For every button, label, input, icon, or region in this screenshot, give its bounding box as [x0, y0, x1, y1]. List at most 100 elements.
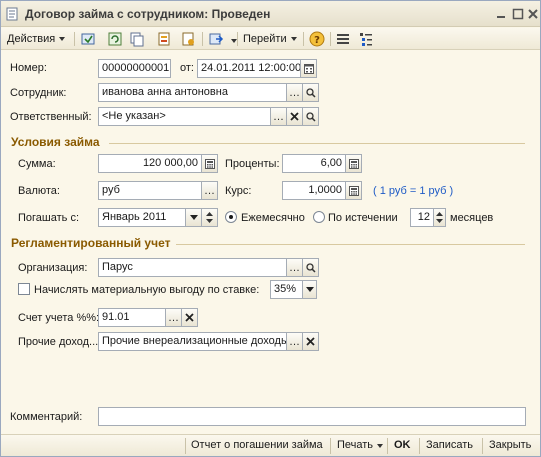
- clear-icon: [290, 112, 299, 121]
- calendar-button[interactable]: [301, 59, 317, 78]
- loan-terms-section-title: Условия займа: [11, 135, 100, 149]
- chevron-down-icon: [377, 444, 384, 448]
- employee-select-button[interactable]: …: [287, 83, 303, 102]
- organization-open-button[interactable]: [303, 258, 319, 277]
- actions-menu[interactable]: Действия: [7, 30, 66, 48]
- number-label: Номер:: [10, 62, 47, 74]
- based-on-icon[interactable]: [208, 31, 224, 47]
- responsible-select-button[interactable]: …: [271, 107, 287, 126]
- help-icon[interactable]: ?: [309, 31, 325, 47]
- other-income-clear-button[interactable]: [303, 332, 319, 351]
- amount-calculator-button[interactable]: [202, 154, 218, 173]
- percent-label: Проценты:: [225, 158, 280, 170]
- spin-up-icon: [206, 211, 213, 216]
- other-income-field[interactable]: Прочие внереализационные доходы: [98, 332, 287, 351]
- comment-field[interactable]: [98, 407, 526, 426]
- responsible-field[interactable]: <Не указан>: [98, 107, 271, 126]
- spin-down-icon: [436, 218, 443, 223]
- percent-field[interactable]: 6,00: [282, 154, 346, 173]
- other-income-select-button[interactable]: …: [287, 332, 303, 351]
- toolbar-separator: [303, 32, 304, 46]
- account-field[interactable]: 91.01: [98, 308, 166, 327]
- amount-label: Сумма:: [18, 158, 56, 170]
- currency-label: Валюта:: [18, 185, 60, 197]
- close-button[interactable]: Закрыть: [489, 439, 531, 451]
- window-title: Договор займа с сотрудником: Проведен: [25, 7, 271, 21]
- toolbar-separator: [237, 32, 238, 46]
- footer-separator: [330, 438, 331, 454]
- months-spinner[interactable]: [434, 208, 446, 227]
- section-divider: [109, 143, 525, 144]
- responsible-label: Ответственный:: [10, 111, 92, 123]
- svg-text:?: ?: [314, 35, 320, 46]
- actions-menu-label: Действия: [7, 33, 56, 45]
- minimize-button[interactable]: [494, 7, 508, 21]
- goto-menu[interactable]: Перейти: [243, 30, 297, 48]
- clear-icon: [185, 313, 194, 322]
- search-icon: [305, 262, 316, 273]
- employee-label: Сотрудник:: [10, 87, 67, 99]
- toolbar-separator: [330, 32, 331, 46]
- goto-menu-label: Перейти: [243, 33, 287, 45]
- repayment-report-button[interactable]: Отчет о погашении займа: [191, 439, 323, 451]
- rate-field[interactable]: 1,0000: [282, 181, 346, 200]
- months-field[interactable]: 12: [410, 208, 434, 227]
- account-clear-button[interactable]: [182, 308, 198, 327]
- repay-from-dropdown-button[interactable]: [186, 208, 202, 227]
- rate-calculator-button[interactable]: [346, 181, 362, 200]
- refresh-icon[interactable]: [107, 31, 123, 47]
- organization-select-button[interactable]: …: [287, 258, 303, 277]
- close-window-button[interactable]: [526, 7, 540, 21]
- account-select-button[interactable]: …: [166, 308, 182, 327]
- accounting-section-title: Регламентированный учет: [11, 236, 171, 250]
- calculator-icon: [348, 185, 359, 196]
- employee-open-button[interactable]: [303, 83, 319, 102]
- chevron-down-icon: [290, 37, 297, 41]
- ok-button[interactable]: OK: [394, 439, 411, 451]
- list-icon[interactable]: [335, 31, 351, 47]
- benefit-rate-dropdown-button[interactable]: [303, 280, 317, 299]
- footer-separator: [387, 438, 388, 454]
- percent-calculator-button[interactable]: [346, 154, 362, 173]
- footer-separator: [185, 438, 186, 454]
- calculator-icon: [204, 158, 215, 169]
- chevron-down-icon: [189, 214, 198, 220]
- print-button[interactable]: Печать: [337, 439, 384, 451]
- maximize-button[interactable]: [511, 7, 525, 21]
- spin-down-icon: [206, 218, 213, 223]
- structure-icon[interactable]: [180, 31, 196, 47]
- repay-from-spinner[interactable]: [202, 208, 218, 227]
- document-movements-icon[interactable]: [156, 31, 172, 47]
- benefit-checkbox[interactable]: [18, 283, 30, 295]
- footer-separator: [482, 438, 483, 454]
- account-label: Счет учета %%:: [18, 312, 100, 324]
- title-bar: Договор займа с сотрудником: Проведен: [1, 1, 540, 27]
- currency-select-button[interactable]: …: [202, 181, 218, 200]
- employee-field[interactable]: иванова анна антоновна: [98, 83, 287, 102]
- save-button[interactable]: Записать: [426, 439, 473, 451]
- comment-label: Комментарий:: [10, 411, 83, 423]
- search-icon: [305, 111, 316, 122]
- rate-hint: ( 1 руб = 1 руб ): [373, 185, 454, 197]
- date-field[interactable]: 24.01.2011 12:00:00: [197, 59, 301, 78]
- document-icon: [5, 7, 19, 21]
- at-end-radio[interactable]: [313, 211, 325, 223]
- responsible-open-button[interactable]: [303, 107, 319, 126]
- date-prefix-label: от:: [180, 62, 194, 74]
- currency-field[interactable]: руб: [98, 181, 202, 200]
- footer-separator: [419, 438, 420, 454]
- responsible-clear-button[interactable]: [287, 107, 303, 126]
- organization-field[interactable]: Парус: [98, 258, 287, 277]
- amount-field[interactable]: 120 000,00: [98, 154, 202, 173]
- monthly-radio[interactable]: [225, 211, 237, 223]
- number-field[interactable]: 00000000001: [98, 59, 171, 78]
- document-window: Договор займа с сотрудником: Проведен Де…: [0, 0, 541, 457]
- repay-from-field[interactable]: Январь 2011: [98, 208, 186, 227]
- calculator-icon: [348, 158, 359, 169]
- other-income-label: Прочие доход...: [18, 336, 99, 348]
- benefit-rate-field[interactable]: 35%: [270, 280, 303, 299]
- post-icon[interactable]: [80, 31, 96, 47]
- tree-list-icon[interactable]: [358, 31, 374, 47]
- spin-up-icon: [436, 211, 443, 216]
- copy-icon[interactable]: [129, 31, 145, 47]
